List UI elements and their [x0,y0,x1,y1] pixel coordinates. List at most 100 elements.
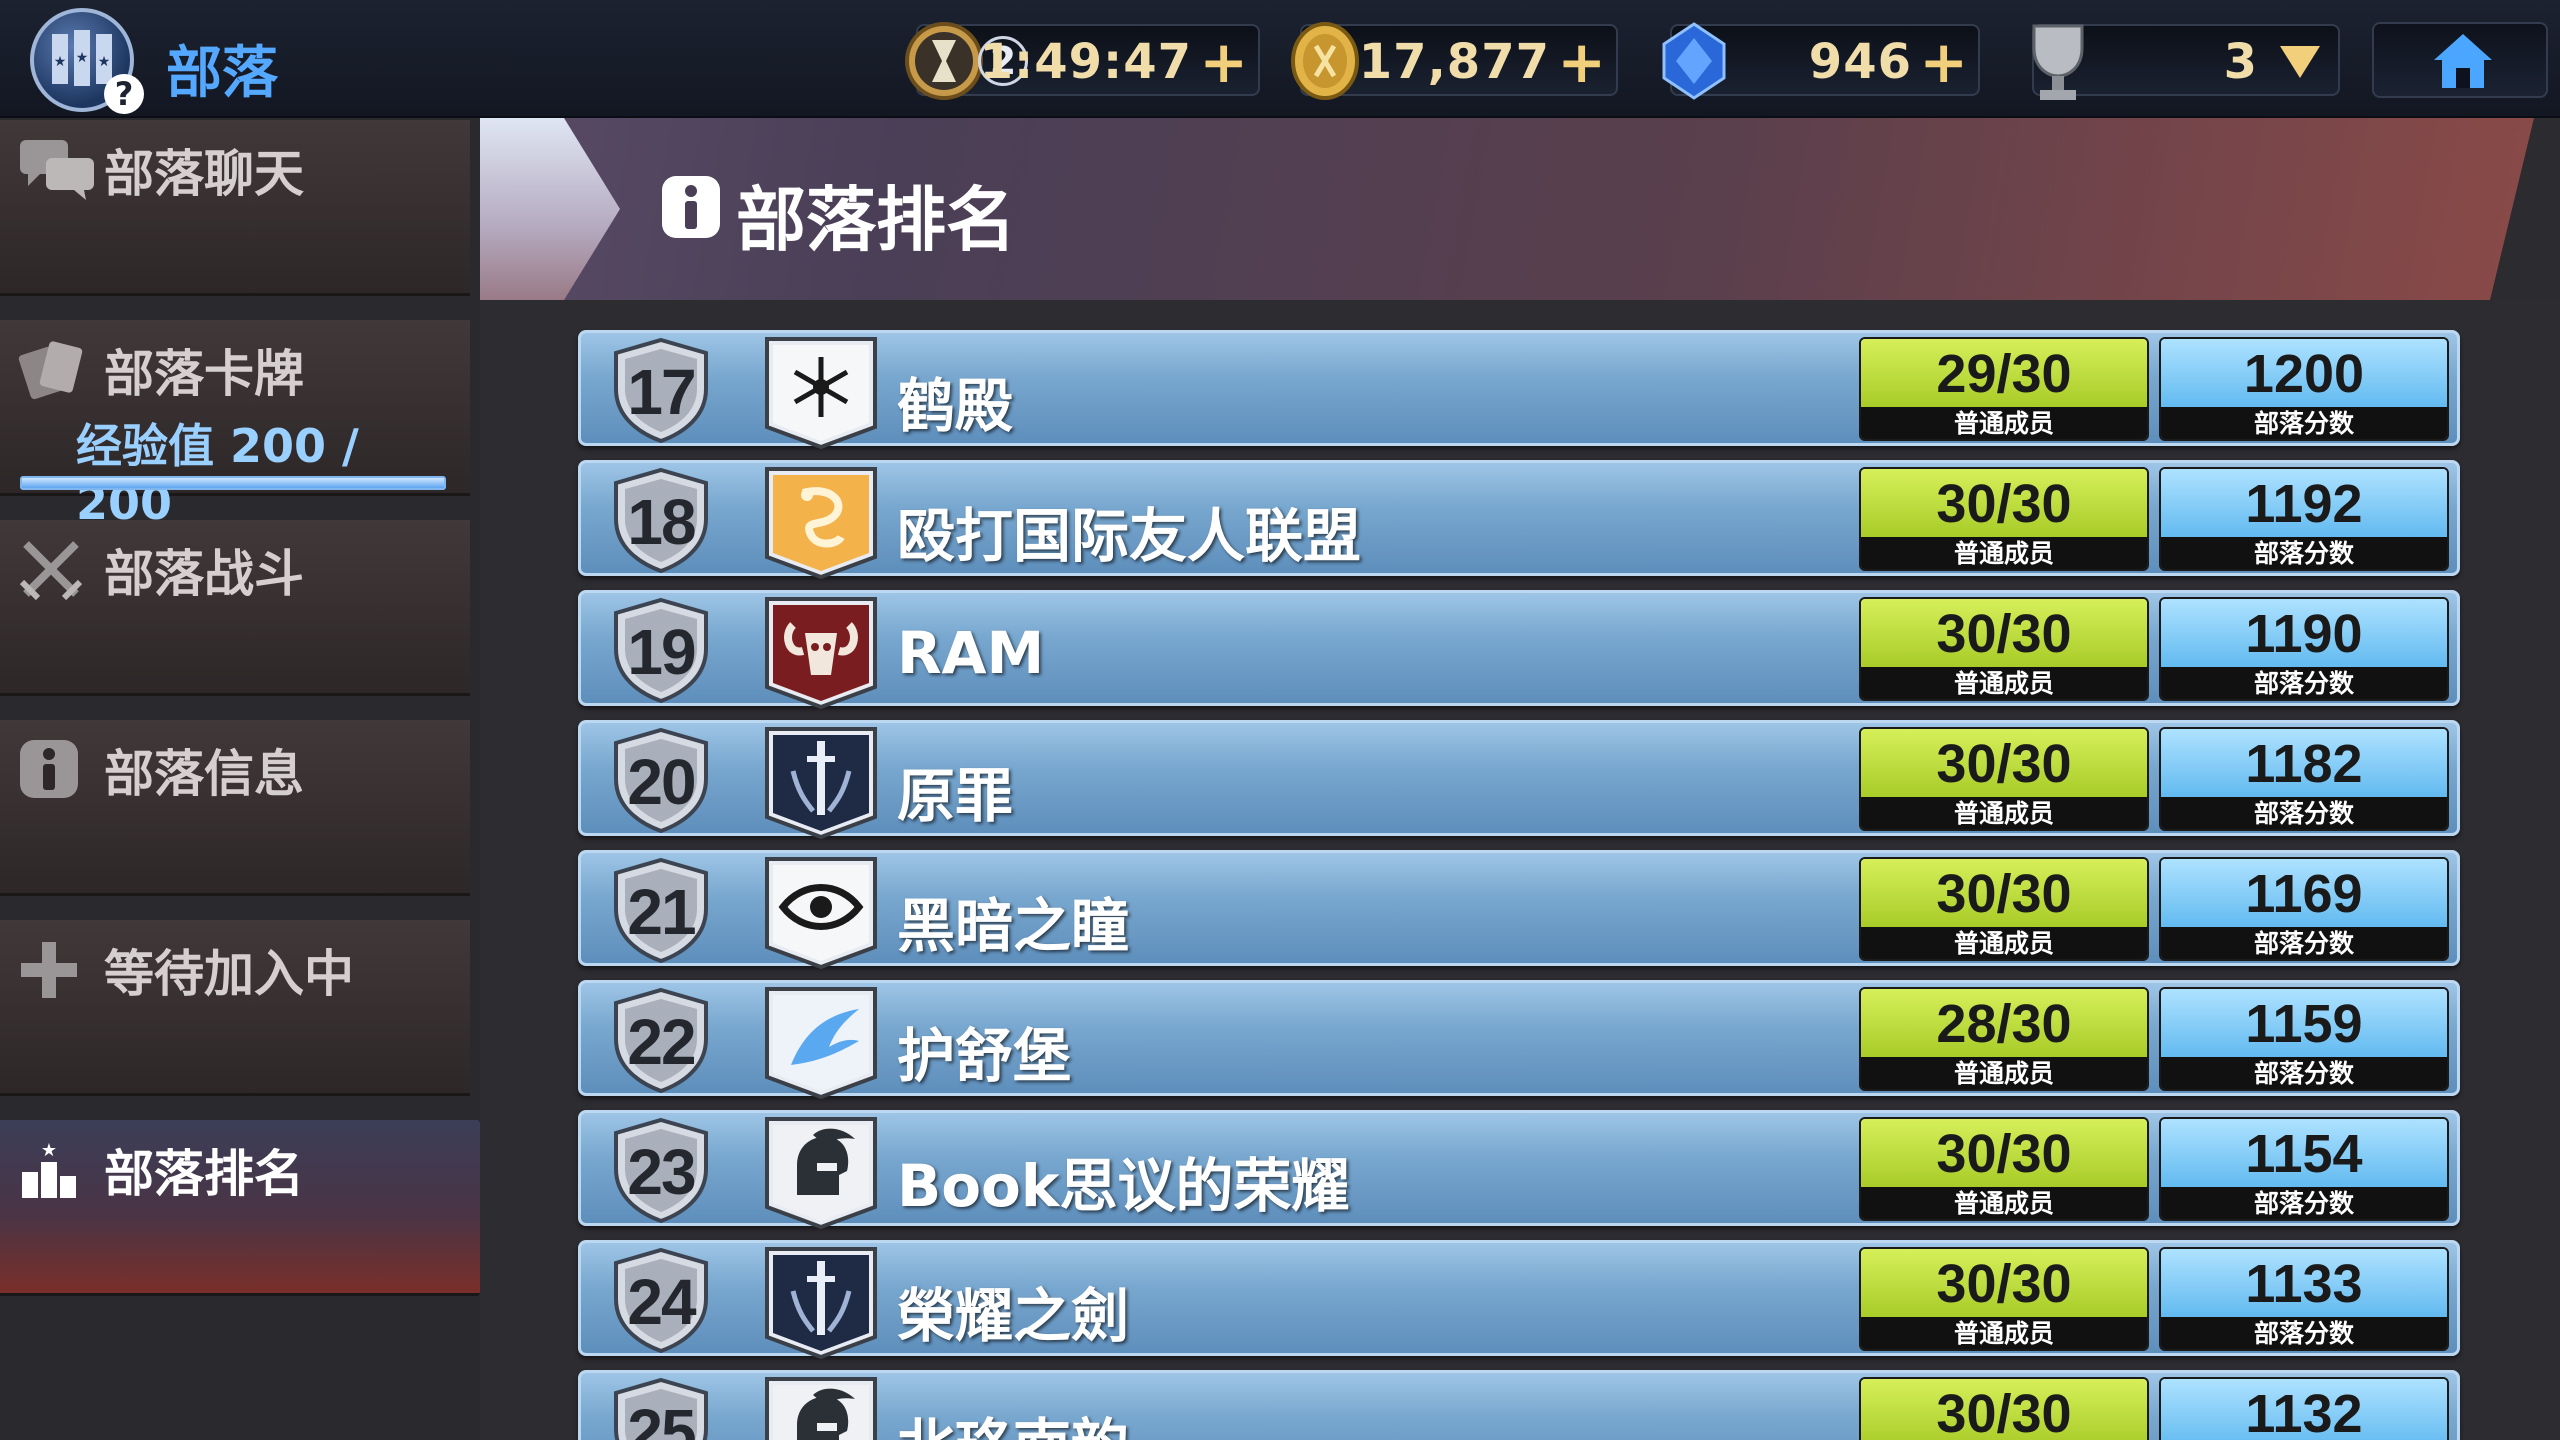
spartan-helmet-emblem [765,1377,877,1440]
xp-label: 经验值 200 / 200 [76,419,359,530]
clan-score: 1182 [2161,729,2447,797]
member-count-badge: 30/30 普通成员 [1859,597,2149,701]
snowflake-emblem [765,337,877,449]
ranking-row[interactable]: 18 殴打国际友人联盟 30/30 普通成员 1192 部落分数 [578,460,2460,579]
home-icon [2434,34,2492,88]
member-count-badge: 28/30 普通成员 [1859,987,2149,1091]
ranking-row[interactable]: 19 RAM 30/30 普通成员 1190 部落分数 [578,590,2460,709]
sidebar-item-chat[interactable]: 部落聊天 [0,120,470,296]
member-count: 30/30 [1861,859,2147,927]
rank-number: 24 [627,1266,696,1338]
member-count-badge: 30/30 普通成员 [1859,1117,2149,1221]
sword-emblem [765,727,877,839]
clan-score-badge: 1190 部落分数 [2159,597,2449,701]
clan-score: 1154 [2161,1119,2447,1187]
clan-logo-button[interactable]: ★ ★ ★ ? [30,8,144,114]
blue-gem-icon [1662,22,1726,100]
gems-plus-icon[interactable]: + [1919,28,1968,96]
member-count: 30/30 [1861,1119,2147,1187]
ranking-row[interactable]: 23 Book思议的荣耀 30/30 普通成员 1154 部落分数 [578,1110,2460,1229]
member-count-badge: 30/30 普通成员 [1859,1377,2149,1440]
timer-plus-icon[interactable]: + [1199,28,1248,96]
member-count-badge: 30/30 普通成员 [1859,857,2149,961]
rank-number: 21 [627,876,696,948]
rank-number: 23 [627,1136,696,1208]
sidebar-item-label: 部落卡牌 [104,345,304,403]
clan-name: 护舒堡 [897,1022,1072,1090]
chat-icon [20,140,94,200]
member-count-badge: 30/30 普通成员 [1859,467,2149,571]
svg-text:★: ★ [54,54,67,70]
trophy-icon [2032,24,2084,100]
plus-icon [21,942,77,998]
member-count: 30/30 [1861,1249,2147,1317]
app-title: 部落 [166,41,278,106]
sidebar-item-label: 部落聊天 [104,145,304,203]
clan-score: 1192 [2161,469,2447,537]
clan-score-badge: 1169 部落分数 [2159,857,2449,961]
member-count: 28/30 [1861,989,2147,1057]
xp-progress-fill [22,478,444,488]
top-bar: ★ ★ ★ ? 部落 2 1:49:47 + 17,877 + 946 + 3 [0,0,2560,118]
rank-number: 25 [627,1396,696,1440]
gold-value: 17,877 [1358,34,1550,90]
score-caption: 部落分数 [2161,1187,2447,1219]
member-caption: 普通成员 [1861,1187,2147,1219]
home-button[interactable] [2372,22,2548,98]
panel-header: 部落排名 [480,118,2534,300]
cards-icon [18,341,83,400]
gems-resource[interactable]: 946 + [1662,22,1980,100]
clan-score-badge: 1192 部落分数 [2159,467,2449,571]
sidebar-item-info[interactable]: 部落信息 [0,720,470,896]
info-icon[interactable] [660,174,722,240]
member-count-badge: 30/30 普通成员 [1859,727,2149,831]
ranking-row[interactable]: 24 榮耀之劍 30/30 普通成员 1133 部落分数 [578,1240,2460,1359]
sidebar-item-label: 部落战斗 [104,545,304,603]
gold-plus-icon[interactable]: + [1557,28,1606,96]
sidebar-item-label: 部落排名 [104,1145,304,1203]
member-count: 30/30 [1861,1379,2147,1440]
ranking-row[interactable]: 17 鹤殿 29/30 普通成员 1200 部落分数 [578,330,2460,449]
svg-text:★: ★ [41,1140,57,1161]
timer-resource[interactable]: 2 1:49:47 + [905,22,1260,100]
clan-score: 1132 [2161,1379,2447,1440]
clan-name: 榮耀之劍 [897,1282,1130,1350]
trophy-resource[interactable]: 3 [2032,24,2340,100]
member-count: 30/30 [1861,729,2147,797]
sidebar-item-ranking[interactable]: ★ 部落排名 [0,1120,540,1296]
rank-number: 18 [627,486,696,558]
ranking-row[interactable]: 22 护舒堡 28/30 普通成员 1159 部落分数 [578,980,2460,1099]
clan-score-badge: 1200 部落分数 [2159,337,2449,441]
score-caption: 部落分数 [2161,537,2447,569]
member-count-badge: 29/30 普通成员 [1859,337,2149,441]
clan-score: 1159 [2161,989,2447,1057]
member-count: 30/30 [1861,469,2147,537]
svg-text:★: ★ [76,50,89,66]
ranking-row[interactable]: 21 黑暗之瞳 30/30 普通成员 1169 部落分数 [578,850,2460,969]
sidebar-item-battle[interactable]: 部落战斗 [0,520,470,696]
clan-score: 1133 [2161,1249,2447,1317]
clan-name: 殴打国际友人联盟 [897,502,1362,570]
gems-value: 946 [1808,34,1912,90]
svg-text:★: ★ [98,54,111,70]
ranking-row[interactable]: 25 北珞南韵 30/30 普通成员 1132 部落分数 [578,1370,2460,1440]
info-icon [20,740,78,798]
help-icon[interactable]: ? [104,74,144,114]
sidebar-item-cards[interactable]: 部落卡牌 经验值 200 / 200 [0,320,470,530]
clan-score-badge: 1154 部落分数 [2159,1117,2449,1221]
score-caption: 部落分数 [2161,927,2447,959]
chevron-down-icon[interactable] [2278,44,2322,80]
sidebar-item-label: 部落信息 [104,745,304,803]
eye-emblem [765,857,877,969]
sidebar-item-pending[interactable]: 等待加入中 [0,920,470,1096]
clan-name: RAM [897,619,1045,687]
clan-score: 1200 [2161,339,2447,407]
member-caption: 普通成员 [1861,927,2147,959]
gold-resource[interactable]: 17,877 + [1291,22,1618,100]
ranking-row[interactable]: 20 原罪 30/30 普通成员 1182 部落分数 [578,720,2460,839]
clan-score-badge: 1133 部落分数 [2159,1247,2449,1351]
member-caption: 普通成员 [1861,1057,2147,1089]
member-count: 30/30 [1861,599,2147,667]
gold-coin-icon [1291,22,1359,100]
rank-number: 20 [627,746,696,818]
